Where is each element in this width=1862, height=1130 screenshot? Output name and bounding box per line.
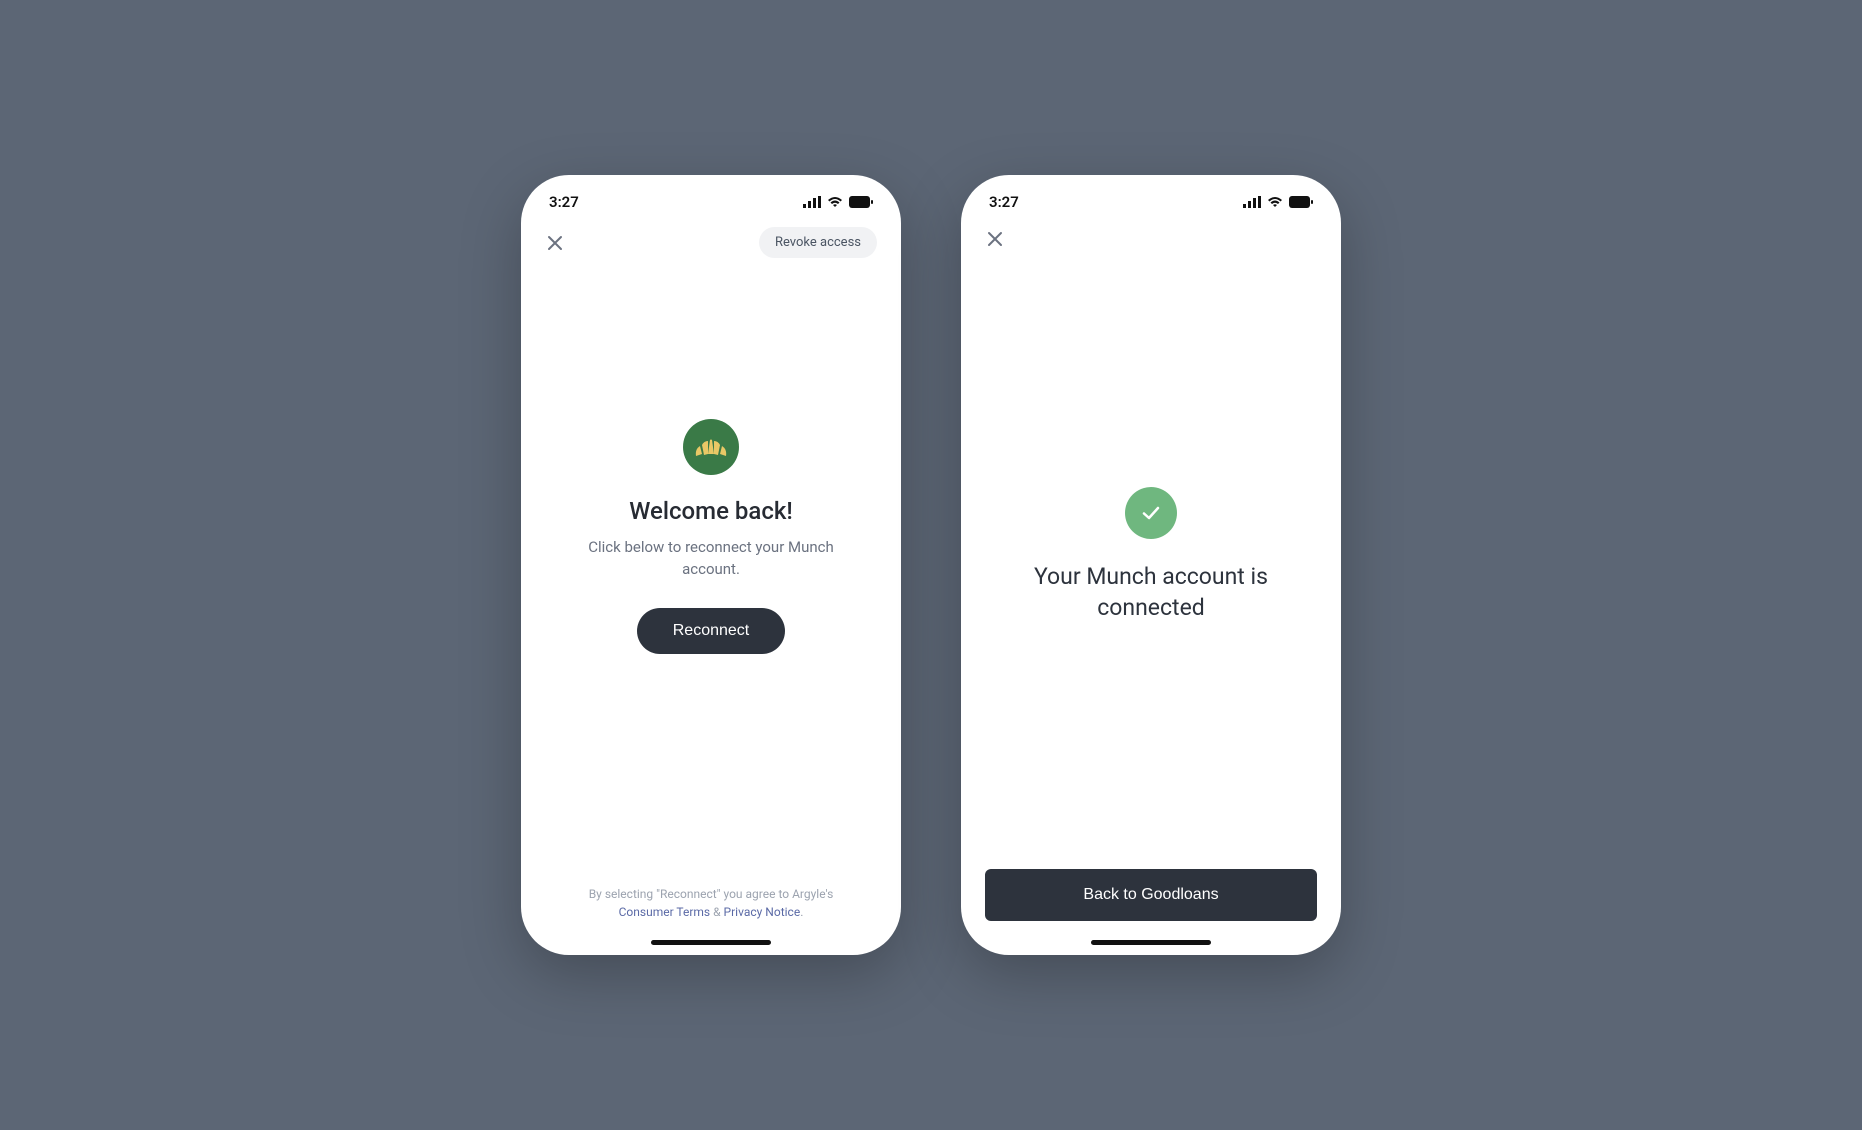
wifi-icon [1267, 196, 1283, 208]
center-block: Your Munch account is connected [1011, 241, 1291, 869]
close-icon[interactable] [545, 233, 565, 253]
main-content: Welcome back! Click below to reconnect y… [521, 268, 901, 955]
success-badge [1125, 487, 1177, 539]
center-block: Welcome back! Click below to reconnect y… [571, 188, 851, 885]
home-indicator [1091, 940, 1211, 945]
brand-badge [683, 419, 739, 475]
cellular-icon [1243, 196, 1261, 208]
close-icon[interactable] [985, 229, 1005, 249]
privacy-notice-link[interactable]: Privacy Notice [724, 905, 801, 919]
legal-amp: & [710, 905, 723, 919]
phone-connected: 3:27 Your Munch account is connected Bac… [961, 175, 1341, 955]
success-message: Your Munch account is connected [1011, 561, 1291, 623]
home-indicator [651, 940, 771, 945]
main-content: Your Munch account is connected [961, 261, 1341, 869]
check-icon [1138, 500, 1164, 526]
battery-icon [849, 196, 873, 208]
battery-icon [1289, 196, 1313, 208]
reconnect-button[interactable]: Reconnect [637, 608, 786, 654]
legal-period: . [800, 905, 803, 919]
consumer-terms-link[interactable]: Consumer Terms [619, 905, 711, 919]
back-to-goodloans-button[interactable]: Back to Goodloans [985, 869, 1317, 921]
status-time: 3:27 [989, 193, 1019, 211]
welcome-subtitle: Click below to reconnect your Munch acco… [571, 537, 851, 581]
legal-prefix: By selecting "Reconnect" you agree to Ar… [589, 887, 834, 901]
status-bar: 3:27 [961, 175, 1341, 217]
welcome-title: Welcome back! [629, 497, 792, 525]
status-icons [1243, 196, 1313, 208]
phone-reconnect: 3:27 Revoke access Welcome back! Click b… [521, 175, 901, 955]
croissant-icon [694, 436, 728, 458]
